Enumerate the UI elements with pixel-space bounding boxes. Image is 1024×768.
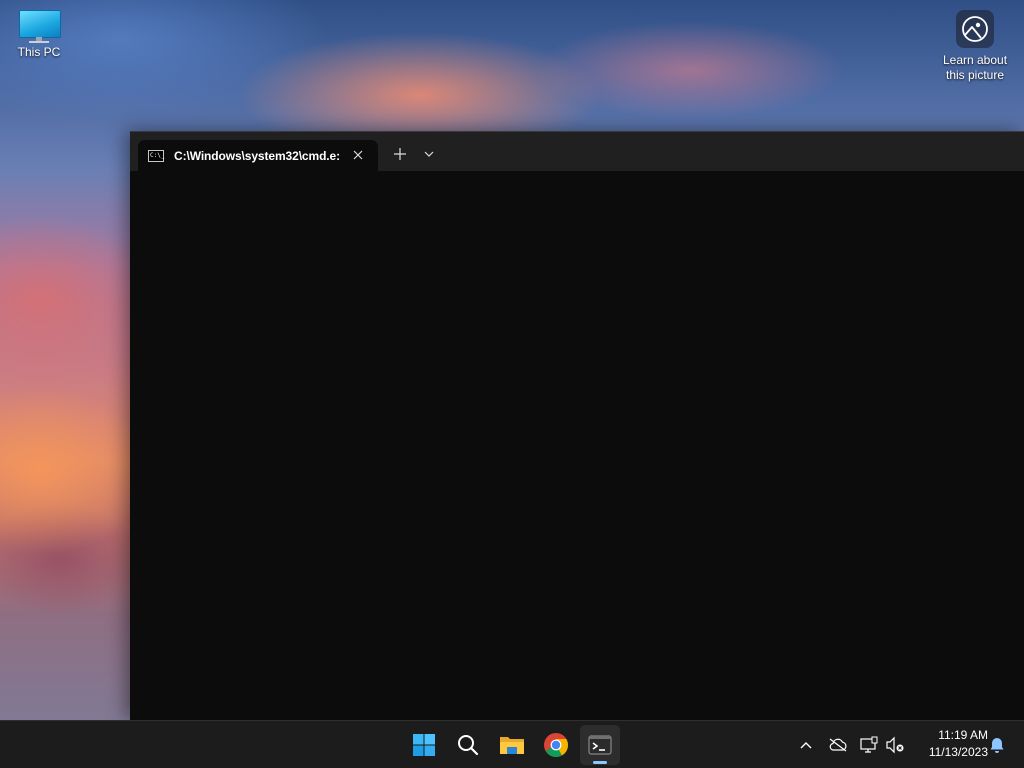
network-icon[interactable] (857, 733, 881, 757)
file-explorer-button[interactable] (492, 725, 532, 765)
terminal-icon (588, 735, 612, 755)
active-indicator (593, 761, 607, 764)
search-icon (458, 735, 479, 756)
terminal-window[interactable]: C:\_ C:\Windows\system32\cmd.e: (130, 131, 1024, 720)
volume-muted-icon[interactable] (883, 733, 907, 757)
desktop-icon-learn-about-picture[interactable]: Learn about this picture (934, 10, 1016, 83)
clock-time: 11:19 AM (938, 728, 988, 742)
new-tab-button[interactable] (390, 144, 410, 164)
console-area[interactable] (130, 171, 1024, 720)
desktop-icon-label: This PC (17, 45, 61, 59)
folder-icon (500, 737, 524, 754)
tab-dropdown-button[interactable] (420, 144, 438, 164)
start-button[interactable] (404, 725, 444, 765)
chevron-up-icon[interactable] (794, 733, 818, 757)
terminal-taskbar-button[interactable] (580, 725, 620, 765)
plus-icon (394, 148, 406, 160)
search-button[interactable] (448, 725, 488, 765)
monitor-icon (18, 8, 61, 43)
close-icon[interactable] (350, 147, 366, 163)
chevron-down-icon (424, 151, 434, 157)
tab-cmd[interactable]: C:\_ C:\Windows\system32\cmd.e: (138, 140, 378, 172)
chrome-button[interactable] (536, 725, 576, 765)
bell-icon[interactable] (985, 733, 1009, 757)
desktop-icon-this-pc[interactable]: This PC (8, 8, 70, 60)
desktop-icon-label-line1: Learn about (942, 53, 1008, 67)
tab-title: C:\Windows\system32\cmd.e: (174, 149, 340, 163)
tab-strip: C:\_ C:\Windows\system32\cmd.e: (130, 131, 1024, 172)
desktop-icon-label-line2: this picture (945, 68, 1005, 82)
cloud-off-icon[interactable] (826, 733, 850, 757)
system-clock[interactable]: 11:19 AM 11/13/2023 (912, 727, 988, 761)
chrome-icon (544, 733, 568, 758)
camera-icon (956, 10, 994, 48)
taskbar: 11:19 AM 11/13/2023 (0, 720, 1024, 768)
cmd-icon: C:\_ (148, 150, 164, 162)
clock-date: 11/13/2023 (928, 745, 988, 759)
windows-start-icon (413, 734, 435, 756)
